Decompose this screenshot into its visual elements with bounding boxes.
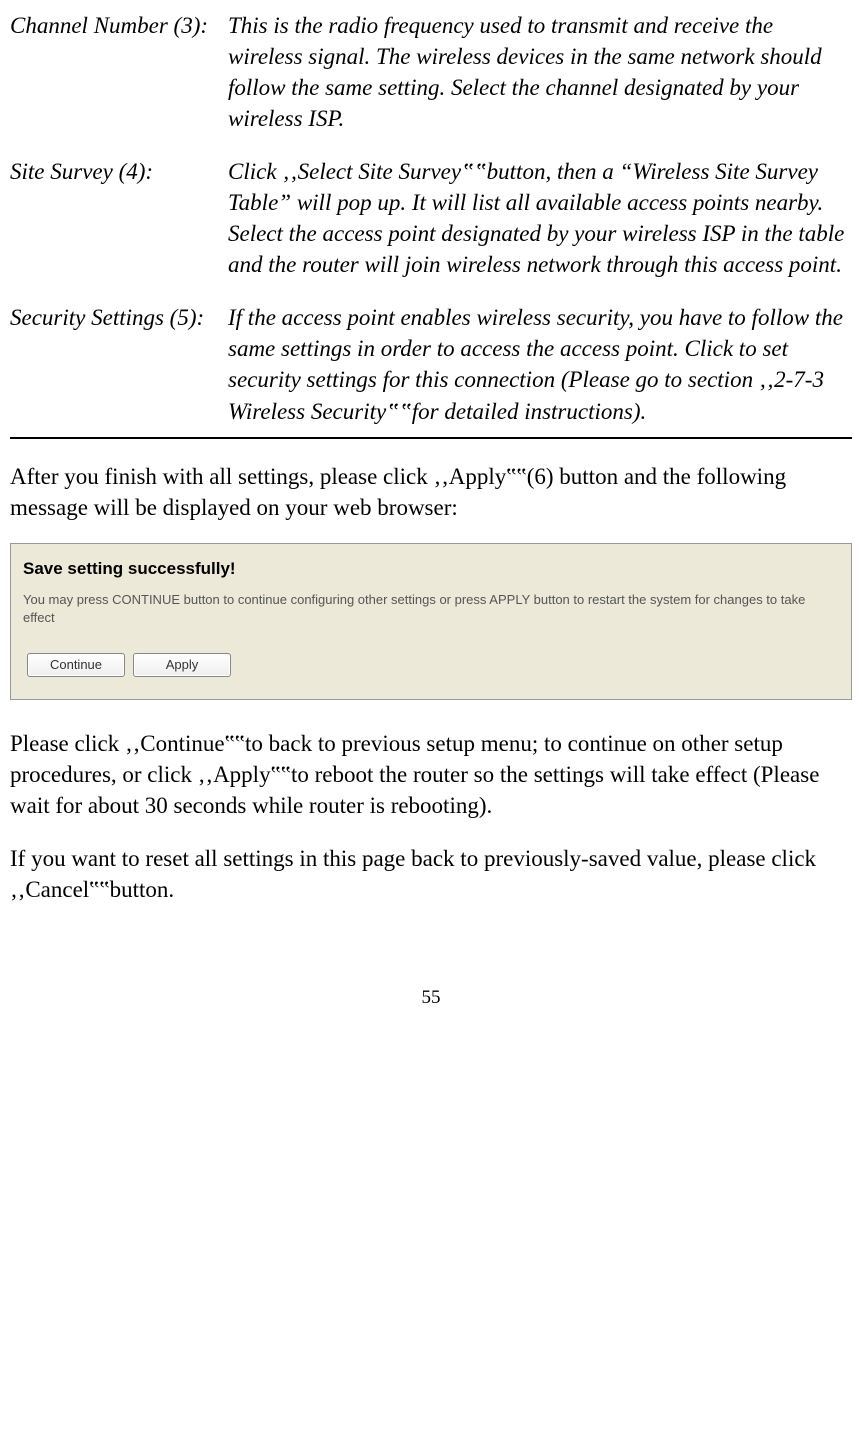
dialog-title: Save setting successfully! — [23, 558, 839, 581]
dialog-description: You may press CONTINUE button to continu… — [23, 591, 839, 627]
save-settings-dialog: Save setting successfully! You may press… — [10, 543, 852, 700]
definition-row: Channel Number (3): This is the radio fr… — [10, 10, 852, 134]
page-number: 55 — [10, 985, 852, 1011]
definition-description: This is the radio frequency used to tran… — [228, 10, 852, 134]
apply-button[interactable]: Apply — [133, 653, 231, 677]
definition-term: Channel Number (3): — [10, 10, 228, 134]
definition-description: If the access point enables wireless sec… — [228, 302, 852, 426]
definitions-block: Channel Number (3): This is the radio fr… — [10, 10, 852, 439]
definition-term: Security Settings (5): — [10, 302, 228, 426]
paragraph-continue: Please click ‚‚Continue‟‟to back to prev… — [10, 728, 852, 821]
paragraph-cancel: If you want to reset all settings in thi… — [10, 843, 852, 905]
definition-term: Site Survey (4): — [10, 156, 228, 280]
paragraph-apply: After you finish with all settings, plea… — [10, 461, 852, 523]
continue-button[interactable]: Continue — [27, 653, 125, 677]
dialog-button-row: Continue Apply — [27, 653, 839, 677]
definition-row: Site Survey (4): Click ‚‚Select Site Sur… — [10, 156, 852, 280]
definition-description: Click ‚‚Select Site Survey‟‟button, then… — [228, 156, 852, 280]
definition-row: Security Settings (5): If the access poi… — [10, 302, 852, 426]
